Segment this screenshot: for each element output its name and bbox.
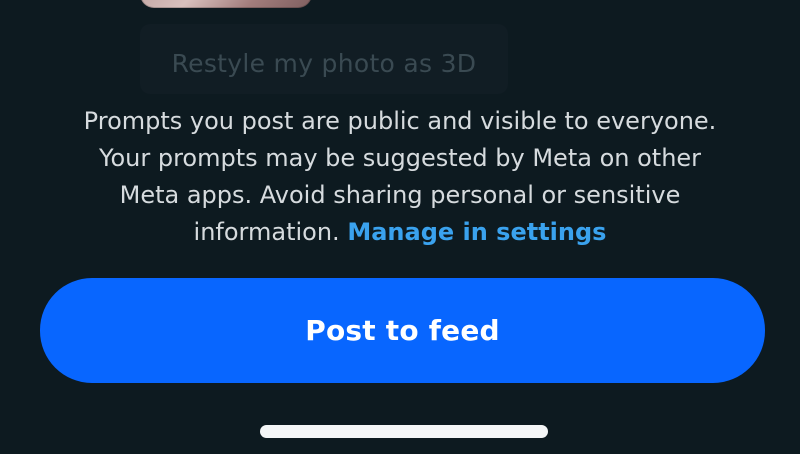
manage-in-settings-link[interactable]: Manage in settings — [347, 218, 606, 246]
post-to-feed-button[interactable]: Post to feed — [40, 278, 765, 383]
disclaimer-line-1: Prompts you post are public and visible … — [83, 107, 717, 135]
post-prompt-sheet: Restyle my photo as 3D Prompts you post … — [0, 0, 800, 454]
post-to-feed-label: Post to feed — [305, 314, 500, 347]
disclaimer-line-3: Meta apps. Avoid sharing personal or sen… — [119, 181, 681, 209]
disclaimer-line-4: information. Manage in settings — [40, 214, 760, 251]
prompt-chip: Restyle my photo as 3D — [140, 24, 508, 94]
prompt-chip-text: Restyle my photo as 3D — [171, 48, 477, 78]
disclaimer-line-4-text: information. — [193, 218, 340, 246]
home-indicator[interactable] — [260, 425, 548, 438]
photo-thumbnail[interactable] — [140, 0, 312, 8]
disclaimer-line-2: Your prompts may be suggested by Meta on… — [98, 144, 702, 172]
privacy-disclaimer: Prompts you post are public and visible … — [40, 103, 760, 251]
